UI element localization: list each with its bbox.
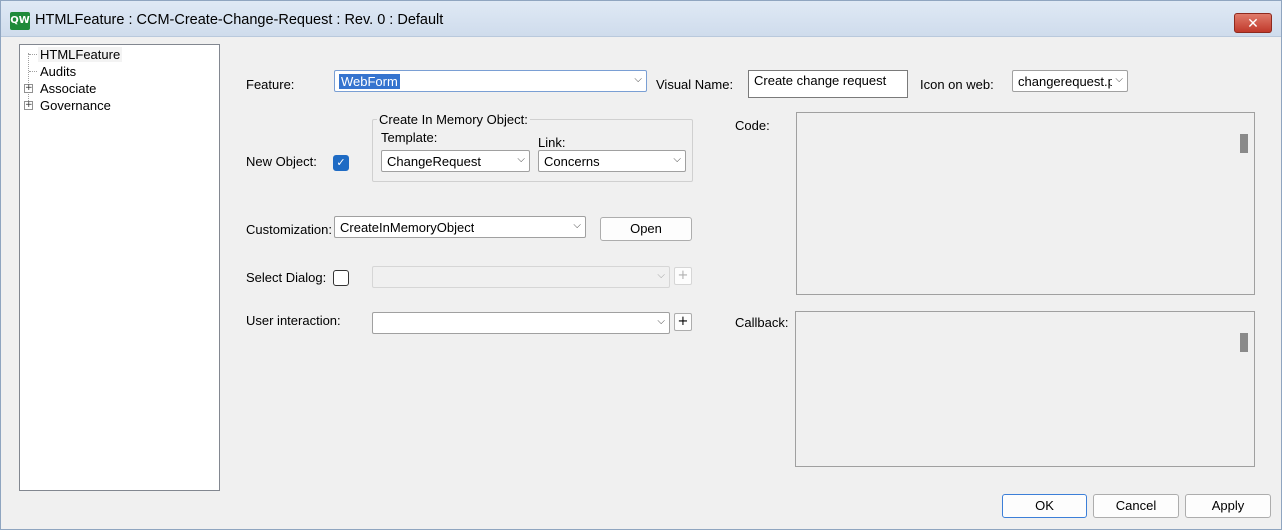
select-dialog-checkbox[interactable] <box>333 270 349 286</box>
callback-scrollbar-thumb[interactable] <box>1240 333 1248 352</box>
code-scrollbar-thumb[interactable] <box>1240 134 1248 153</box>
tree-item-htmlfeature[interactable]: HTMLFeature <box>38 46 123 63</box>
tree-item-governance[interactable]: Governance <box>38 97 113 114</box>
tree-item-audits[interactable]: Audits <box>38 63 78 80</box>
add-select-dialog-button[interactable]: + <box>674 267 692 285</box>
customization-select[interactable]: CreateInMemoryObject ⌵ <box>334 216 586 238</box>
link-label: Link: <box>538 135 566 150</box>
callback-editor[interactable] <box>795 311 1255 467</box>
feature-select[interactable]: WebForm ⌵ <box>334 70 647 92</box>
close-button[interactable]: ✕ <box>1234 13 1272 33</box>
add-user-interaction-button[interactable]: + <box>674 313 692 331</box>
title-bar[interactable]: QW HTMLFeature : CCM-Create-Change-Reque… <box>1 1 1281 37</box>
app-logo-icon: QW <box>10 12 30 30</box>
create-in-memory-title: Create In Memory Object: <box>377 112 530 127</box>
template-select[interactable]: ChangeRequest ⌵ <box>381 150 530 172</box>
customization-value: CreateInMemoryObject <box>340 220 475 235</box>
visual-name-value: Create change request <box>754 73 887 88</box>
tree-connector <box>29 54 37 55</box>
chevron-down-icon: ⌵ <box>657 316 665 327</box>
tree-item-label: Governance <box>40 98 111 113</box>
template-value: ChangeRequest <box>387 154 481 169</box>
feature-select-value: WebForm <box>339 74 400 89</box>
chevron-down-icon: ⌵ <box>573 220 581 231</box>
feature-tree[interactable]: HTMLFeature Audits + Associate + Governa… <box>19 44 220 491</box>
chevron-down-icon: ⌵ <box>634 74 642 85</box>
dialog-window: QW HTMLFeature : CCM-Create-Change-Reque… <box>0 0 1282 530</box>
callback-label: Callback: <box>735 315 789 330</box>
select-dialog-select[interactable]: ⌵ <box>372 266 670 288</box>
tree-item-associate[interactable]: Associate <box>38 80 98 97</box>
link-value: Concerns <box>544 154 600 169</box>
expand-icon[interactable]: + <box>24 101 33 110</box>
tree-connector <box>29 71 37 72</box>
visual-name-label: Visual Name: <box>656 77 734 92</box>
open-button[interactable]: Open <box>600 217 692 241</box>
ok-button[interactable]: OK <box>1002 494 1087 518</box>
icon-on-web-label: Icon on web: <box>920 77 994 92</box>
expand-icon[interactable]: + <box>24 84 33 93</box>
tree-item-label: HTMLFeature <box>38 47 123 62</box>
tree-connector <box>28 53 29 105</box>
feature-label: Feature: <box>246 77 295 92</box>
chevron-down-icon: ⌵ <box>517 154 525 165</box>
apply-button[interactable]: Apply <box>1185 494 1271 518</box>
window-title: HTMLFeature : CCM-Create-Change-Request … <box>35 12 444 28</box>
check-icon: ✓ <box>336 156 346 169</box>
visual-name-field[interactable]: Create change request <box>748 70 908 98</box>
code-editor[interactable] <box>796 112 1255 295</box>
new-object-checkbox[interactable]: ✓ <box>333 155 349 171</box>
customization-label: Customization: <box>246 222 332 237</box>
chevron-down-icon: ⌵ <box>1115 74 1123 85</box>
tree-item-label: Associate <box>40 81 97 96</box>
user-interaction-select[interactable]: ⌵ <box>372 312 670 334</box>
code-label: Code: <box>735 118 770 133</box>
icon-on-web-value: changerequest.p <box>1018 74 1112 89</box>
select-dialog-label: Select Dialog: <box>246 270 327 285</box>
chevron-down-icon: ⌵ <box>657 270 665 281</box>
template-label: Template: <box>381 130 438 145</box>
new-object-label: New Object: <box>246 154 317 169</box>
chevron-down-icon: ⌵ <box>673 154 681 165</box>
tree-item-label: Audits <box>40 64 77 79</box>
icon-on-web-select[interactable]: changerequest.p ⌵ <box>1012 70 1128 92</box>
user-interaction-label: User interaction: <box>246 313 341 328</box>
link-select[interactable]: Concerns ⌵ <box>538 150 686 172</box>
cancel-button[interactable]: Cancel <box>1093 494 1179 518</box>
